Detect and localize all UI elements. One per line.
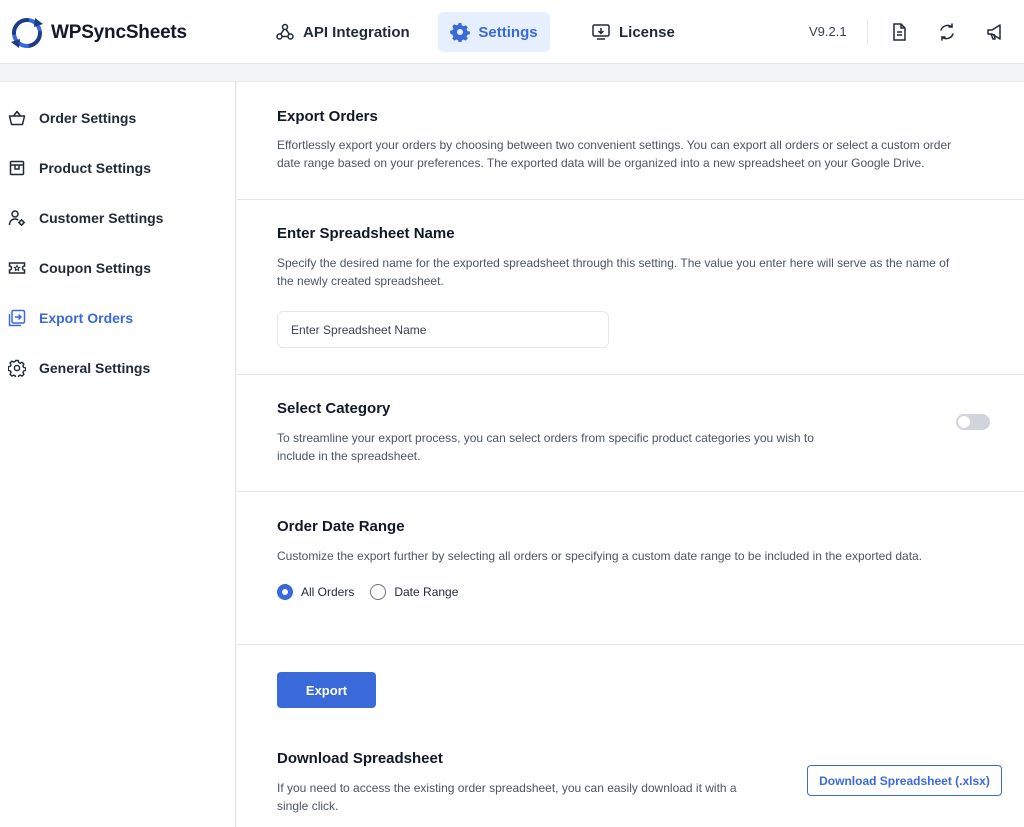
export-icon [8,309,26,327]
top-header: WPSyncSheets API Integration Settings Li… [0,0,1024,64]
sidebar-item-label: Product Settings [39,160,152,176]
date-range-options: All Orders Date Range [277,584,474,600]
export-orders-section: Export Orders Effortlessly export your o… [237,82,1024,200]
spreadsheet-name-section: Enter Spreadsheet Name Specify the desir… [237,200,1024,375]
sidebar-item-coupon-settings[interactable]: Coupon Settings [0,250,236,286]
select-category-section: Select Category To streamline your expor… [237,375,1024,492]
section-description: the newly created spreadsheet. [277,274,444,288]
document-icon[interactable] [889,22,909,42]
date-range-radio[interactable] [370,584,387,600]
coupon-icon [8,262,26,274]
product-box-icon [9,160,25,176]
section-title: Select Category [277,400,391,417]
sidebar-item-label: Coupon Settings [39,260,151,276]
section-description: To streamline your export process, you c… [277,431,814,445]
sidebar-item-general-settings[interactable]: General Settings [0,350,236,386]
header-subbar [0,64,1024,82]
section-description: single click. [277,799,339,813]
license-icon [592,24,610,40]
tab-label: API Integration [303,23,410,41]
section-title: Order Date Range [277,518,405,535]
app-logo[interactable]: WPSyncSheets [10,16,187,50]
tab-license[interactable]: License [575,12,691,52]
sidebar-item-order-settings[interactable]: Order Settings [0,100,236,136]
basket-icon [8,110,26,126]
settings-sidebar: Order Settings Product Settings Customer… [0,82,236,827]
all-orders-radio[interactable] [277,584,293,600]
spreadsheet-name-input[interactable] [277,311,609,348]
section-title: Enter Spreadsheet Name [277,225,455,242]
select-category-toggle[interactable] [956,414,990,430]
section-description: If you need to access the existing order… [277,781,737,795]
main-content: Export Orders Effortlessly export your o… [237,82,1024,827]
tab-label: License [619,23,675,41]
sidebar-item-label: General Settings [39,360,151,376]
sidebar-item-product-settings[interactable]: Product Settings [0,150,236,186]
sync-logo-icon [11,18,43,48]
download-spreadsheet-button[interactable]: Download Spreadsheet (.xlsx) [807,765,1002,796]
section-description: Customize the export further by selectin… [277,549,923,563]
radio-label: All Orders [301,585,355,599]
order-date-range-section: Order Date Range Customize the export fu… [237,492,1024,645]
radio-label: Date Range [394,585,459,599]
megaphone-icon[interactable] [985,22,1005,42]
app-name: WPSyncSheets [51,22,187,43]
tab-settings[interactable]: Settings [438,12,550,52]
sidebar-item-export-orders[interactable]: Export Orders [0,300,236,336]
tab-api-integration[interactable]: API Integration [259,12,426,52]
export-button[interactable]: Export [277,672,376,708]
section-description: include in the spreadsheet. [277,449,421,463]
tab-label: Settings [478,23,538,41]
sidebar-item-label: Order Settings [39,110,137,126]
section-description: Effortlessly export your orders by choos… [277,138,952,152]
sync-icon[interactable] [937,22,957,42]
sidebar-item-label: Export Orders [39,310,134,326]
sidebar-item-label: Customer Settings [39,210,164,226]
customer-gear-icon [8,210,25,226]
header-divider [867,20,868,44]
section-description: Specify the desired name for the exporte… [277,256,950,270]
api-integration-icon [276,23,294,40]
section-description: date range based on your preferences. Th… [277,156,925,170]
version-label: V9.2.1 [809,24,847,39]
section-title: Download Spreadsheet [277,750,443,767]
gear-icon [450,23,471,42]
sidebar-item-customer-settings[interactable]: Customer Settings [0,200,236,236]
page-title: Export Orders [277,108,378,125]
toggle-knob [958,416,970,428]
gear-icon [8,359,26,377]
